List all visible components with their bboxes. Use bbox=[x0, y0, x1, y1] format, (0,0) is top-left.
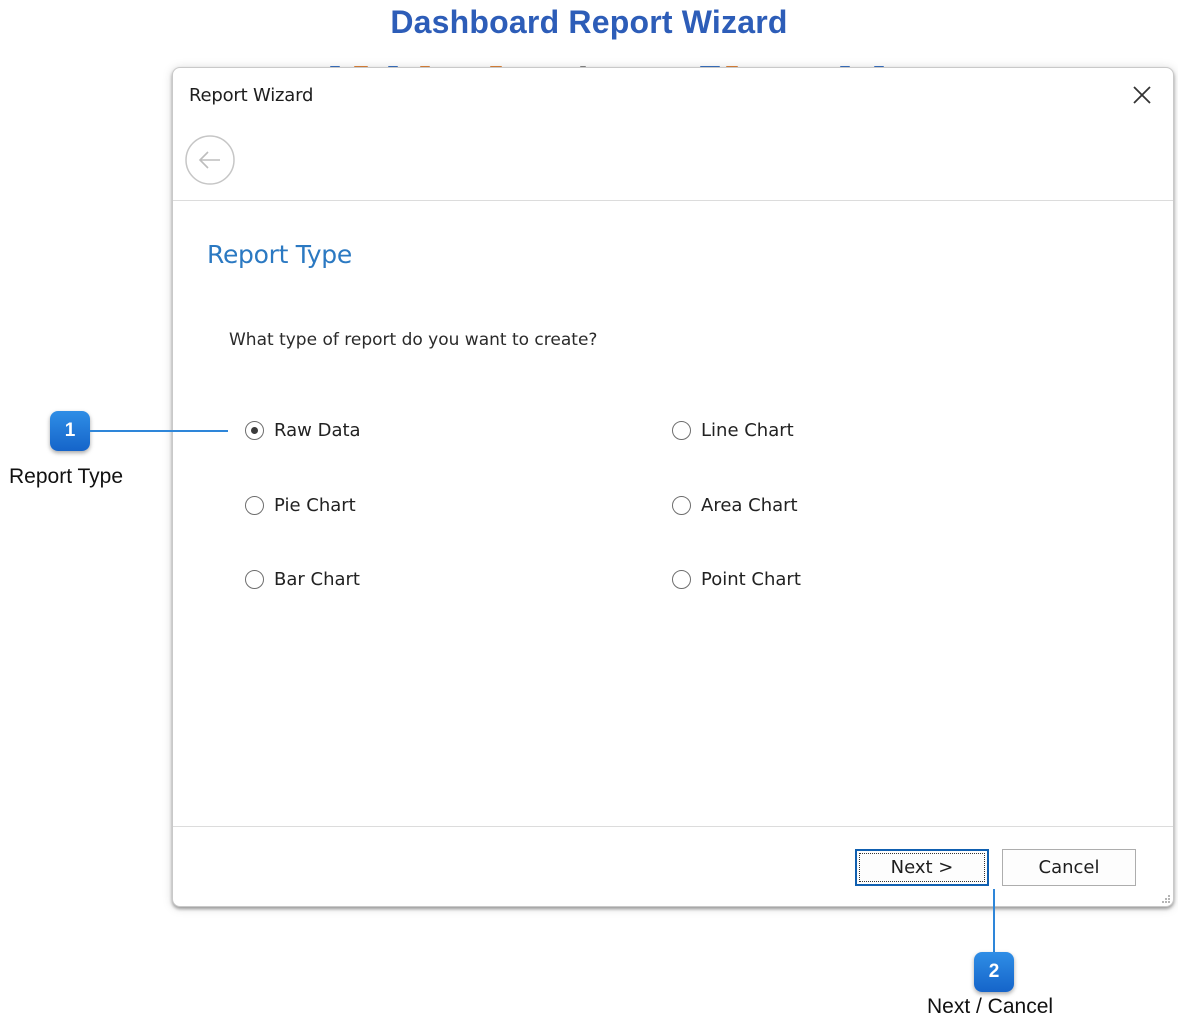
radio-label: Area Chart bbox=[701, 495, 798, 516]
question-text: What type of report do you want to creat… bbox=[229, 330, 598, 350]
dialog-title: Report Wizard bbox=[189, 85, 314, 106]
callout-connector-2 bbox=[993, 889, 995, 953]
radio-unchecked-icon bbox=[672, 570, 691, 589]
radio-point-chart[interactable]: Point Chart bbox=[672, 569, 801, 590]
radio-label: Line Chart bbox=[701, 420, 794, 441]
back-arrow-icon bbox=[185, 135, 235, 185]
close-icon bbox=[1133, 86, 1151, 104]
page-title: Dashboard Report Wizard bbox=[390, 4, 788, 40]
callout-label-2: Next / Cancel bbox=[927, 995, 1054, 1018]
focus-rect bbox=[859, 853, 985, 882]
radio-checked-icon bbox=[245, 421, 264, 440]
cancel-button-label: Cancel bbox=[1038, 857, 1100, 878]
radio-label: Point Chart bbox=[701, 569, 801, 590]
radio-unchecked-icon bbox=[245, 496, 264, 515]
callout-label-1: Report Type bbox=[9, 465, 124, 488]
back-button[interactable] bbox=[184, 134, 236, 186]
callout-badge-2: 2 bbox=[974, 952, 1014, 992]
cancel-button[interactable]: Cancel bbox=[1002, 849, 1136, 886]
radio-raw-data[interactable]: Raw Data bbox=[245, 420, 361, 441]
close-button[interactable] bbox=[1129, 82, 1155, 108]
next-button[interactable]: Next > bbox=[855, 849, 989, 886]
radio-label: Bar Chart bbox=[274, 569, 360, 590]
header-divider bbox=[173, 200, 1173, 201]
resize-grip-icon[interactable] bbox=[1161, 894, 1171, 904]
callout-badge-1: 1 bbox=[50, 411, 90, 451]
radio-pie-chart[interactable]: Pie Chart bbox=[245, 495, 356, 516]
radio-unchecked-icon bbox=[672, 496, 691, 515]
callout-connector-1 bbox=[90, 430, 228, 432]
radio-line-chart[interactable]: Line Chart bbox=[672, 420, 794, 441]
radio-unchecked-icon bbox=[245, 570, 264, 589]
report-wizard-dialog: Report Wizard Report Type What type of r… bbox=[172, 67, 1174, 907]
footer-divider bbox=[173, 826, 1173, 827]
radio-label: Raw Data bbox=[274, 420, 361, 441]
radio-bar-chart[interactable]: Bar Chart bbox=[245, 569, 360, 590]
radio-unchecked-icon bbox=[672, 421, 691, 440]
radio-area-chart[interactable]: Area Chart bbox=[672, 495, 798, 516]
section-title: Report Type bbox=[207, 240, 352, 269]
radio-label: Pie Chart bbox=[274, 495, 356, 516]
